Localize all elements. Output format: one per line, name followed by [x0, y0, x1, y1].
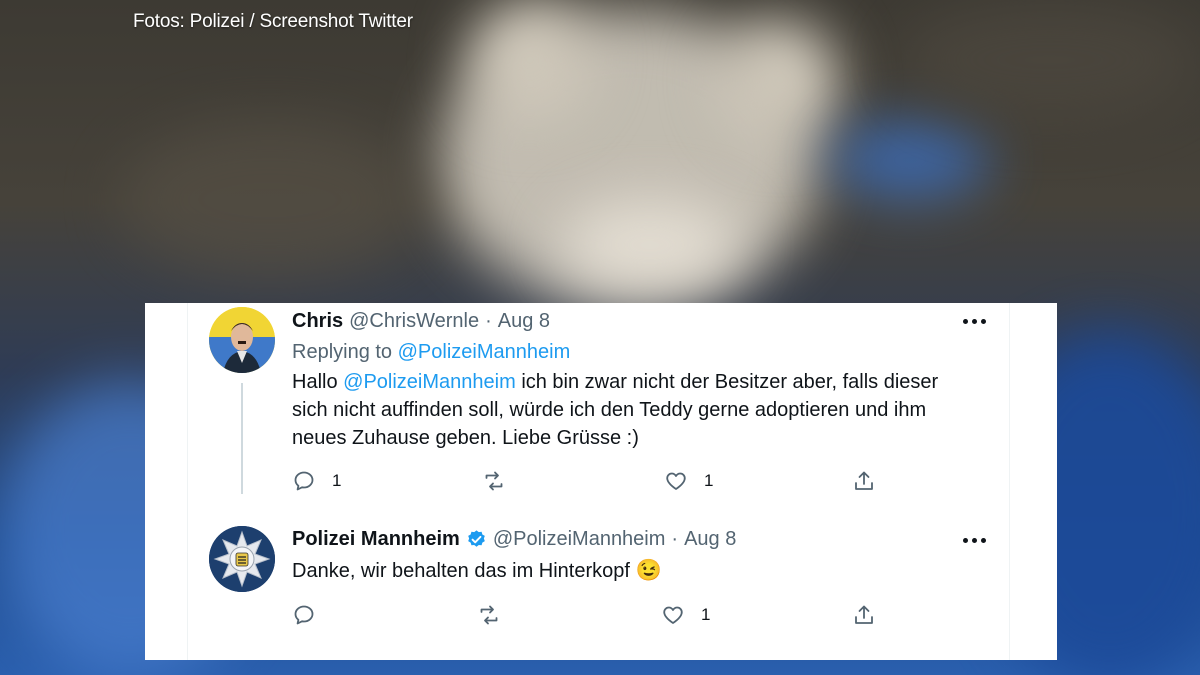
- tweet-date[interactable]: Aug 8: [684, 528, 736, 551]
- tweet-text-body: Danke, wir behalten das im Hinterkopf: [292, 560, 630, 582]
- author-handle[interactable]: @PolizeiMannheim: [493, 528, 666, 551]
- avatar-chris[interactable]: [209, 307, 275, 373]
- more-options-icon[interactable]: [963, 319, 989, 325]
- tweet-header: Polizei Mannheim @PolizeiMannheim · Aug …: [292, 528, 736, 551]
- winking-face-emoji: 😉: [635, 559, 662, 582]
- tweet-text: Hallo @PolizeiMannheim ich bin zwar nich…: [292, 368, 972, 452]
- reply-icon: [294, 471, 314, 491]
- separator-dot: ·: [485, 310, 492, 332]
- text-line1-rest: ich bin zwar nicht der Besitzer aber, fa…: [521, 371, 939, 393]
- avatar-portrait-icon: [209, 307, 275, 373]
- separator-dot: ·: [671, 528, 679, 550]
- tweet-thread-screenshot: Chris @ChrisWernle · Aug 8 Replying to @…: [145, 303, 1057, 660]
- retweet-icon: [480, 605, 498, 625]
- avatar-polizei-mannheim[interactable]: [209, 526, 275, 592]
- heart-icon: [666, 472, 686, 490]
- like-count: 1: [704, 471, 714, 490]
- tweet-header: Chris @ChrisWernle · Aug 8: [292, 310, 550, 333]
- thread-connector-line: [241, 383, 243, 494]
- heart-icon: [663, 606, 683, 624]
- tweet-date[interactable]: Aug 8: [498, 310, 550, 333]
- tweet-text-line-1: Hallo @PolizeiMannheim ich bin zwar nich…: [292, 368, 972, 396]
- tweet-text-line-3: neues Zuhause geben. Liebe Grüsse :): [292, 427, 639, 449]
- tweet-text-line-2: sich nicht auffinden soll, würde ich den…: [292, 399, 927, 421]
- police-star-badge-icon: [209, 526, 275, 592]
- like-button[interactable]: 1: [661, 600, 710, 630]
- reply-button[interactable]: 1: [292, 466, 341, 496]
- retweet-button[interactable]: [477, 600, 501, 630]
- replying-to-link[interactable]: @PolizeiMannheim: [398, 341, 571, 363]
- greeting: Hallo: [292, 371, 338, 393]
- like-button[interactable]: 1: [664, 466, 713, 496]
- share-button[interactable]: [852, 600, 876, 630]
- mention-link[interactable]: @PolizeiMannheim: [343, 371, 516, 393]
- police-reply-tweet[interactable]: Polizei Mannheim @PolizeiMannheim · Aug …: [145, 513, 1057, 660]
- replying-to-line: Replying to @PolizeiMannheim: [292, 338, 972, 366]
- tweet-actions: 1 1: [292, 466, 892, 496]
- tweet-text: Danke, wir behalten das im Hinterkopf 😉: [292, 557, 972, 585]
- reply-button[interactable]: [292, 600, 316, 630]
- share-button[interactable]: [852, 466, 876, 496]
- tweet-actions: 1: [292, 600, 892, 630]
- share-icon: [855, 471, 873, 490]
- author-name[interactable]: Chris: [292, 310, 343, 333]
- photo-credit: Fotos: Polizei / Screenshot Twitter: [133, 11, 413, 32]
- author-name[interactable]: Polizei Mannheim: [292, 528, 460, 551]
- retweet-icon: [485, 471, 503, 491]
- more-options-icon[interactable]: [963, 538, 989, 544]
- retweet-button[interactable]: [482, 466, 506, 496]
- verified-badge-icon: [468, 530, 485, 547]
- reply-count: 1: [332, 471, 342, 490]
- author-handle[interactable]: @ChrisWernle: [349, 310, 479, 333]
- replying-prefix: Replying to: [292, 341, 393, 363]
- share-icon: [855, 605, 873, 624]
- like-count: 1: [701, 605, 711, 624]
- reply-tweet[interactable]: Chris @ChrisWernle · Aug 8 Replying to @…: [145, 303, 1057, 503]
- reply-icon: [294, 605, 314, 625]
